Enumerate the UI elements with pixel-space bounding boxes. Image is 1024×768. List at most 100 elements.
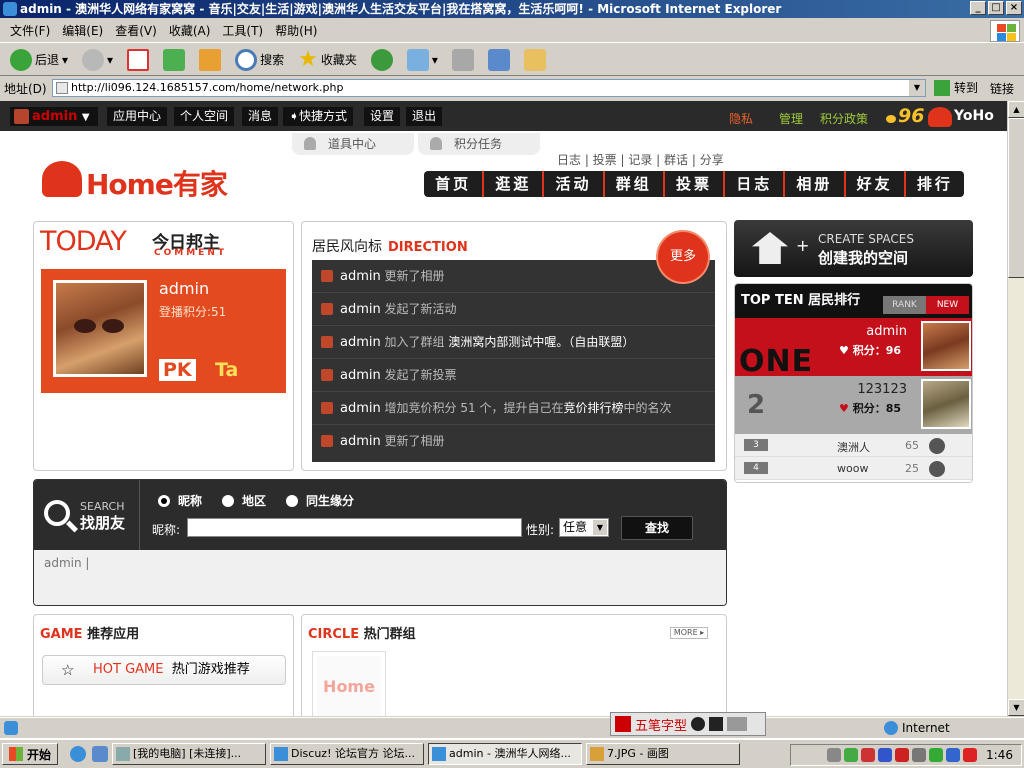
menu-tools[interactable]: 工具(T) <box>216 22 269 39</box>
go-button[interactable]: 转到 <box>934 79 978 96</box>
circle-more-button[interactable]: MORE ▸ <box>670 627 708 639</box>
menu-edit[interactable]: 编辑(E) <box>56 22 109 39</box>
volume-icon[interactable] <box>912 748 927 762</box>
nav-messages[interactable]: 消息 <box>242 107 279 126</box>
address-input[interactable]: http://li096.124.1685157.com/home/networ… <box>52 79 926 97</box>
table-row[interactable]: 3 澳洲人 65 <box>735 434 972 457</box>
mainnav-friends[interactable]: 好友 <box>846 171 906 197</box>
security-icon[interactable] <box>946 748 961 762</box>
history-button[interactable] <box>367 47 397 73</box>
radio-nickname[interactable]: 昵称 <box>158 492 202 509</box>
mainnav-browse[interactable]: 逛逛 <box>484 171 545 197</box>
more-button[interactable]: 更多 <box>658 232 708 282</box>
ta-label[interactable]: Ta <box>215 359 238 381</box>
disconnected-icon[interactable] <box>963 748 978 762</box>
privacy-link[interactable]: 隐私 <box>729 110 753 127</box>
ime-toolbar[interactable]: 五笔字型 <box>610 712 766 736</box>
gender-select[interactable]: 任意 <box>559 518 609 537</box>
punctuation-icon[interactable] <box>709 717 724 731</box>
mainnav-albums[interactable]: 相册 <box>785 171 846 197</box>
task-my-computer[interactable]: [我的电脑] [未连接]... <box>112 743 267 765</box>
menu-file[interactable]: 文件(F) <box>4 22 56 39</box>
manage-link[interactable]: 管理 <box>779 110 803 127</box>
qq-icon[interactable] <box>861 748 876 762</box>
mainnav-home[interactable]: 首页 <box>424 171 485 197</box>
nav-app-center[interactable]: 应用中心 <box>107 107 168 126</box>
menu-view[interactable]: 查看(V) <box>109 22 163 39</box>
rank-first[interactable]: ONE admin ♥ 积分：96 <box>735 318 972 379</box>
tab-new[interactable]: NEW <box>926 296 969 314</box>
mainnav-ranking[interactable]: 排行 <box>906 171 964 197</box>
points-policy-link[interactable]: 积分政策 <box>820 110 868 127</box>
group-thumbnail[interactable]: Home <box>312 651 386 716</box>
umbrella-icon[interactable] <box>844 748 859 762</box>
tab-rank[interactable]: RANK <box>883 296 926 314</box>
menu-help[interactable]: 帮助(H) <box>269 22 323 39</box>
back-button[interactable]: 后退 ▾ <box>6 47 72 73</box>
stop-button[interactable] <box>123 47 153 73</box>
favorites-button[interactable]: ★ 收藏夹 <box>294 48 361 72</box>
close-button[interactable]: × <box>1006 1 1022 15</box>
nickname-input[interactable] <box>187 518 522 537</box>
messenger-tray-icon[interactable] <box>878 748 893 762</box>
mainnav-blogs[interactable]: 日志 <box>725 171 786 197</box>
task-discuz[interactable]: Discuz! 论坛官方 论坛... <box>270 743 425 765</box>
keyboard-icon[interactable] <box>727 717 748 731</box>
search-button[interactable]: 搜索 <box>231 47 288 73</box>
site-logo[interactable]: Home有家 <box>42 159 232 201</box>
mainnav-polls[interactable]: 投票 <box>665 171 726 197</box>
mail-button[interactable]: ▾ <box>403 47 442 73</box>
mainnav-events[interactable]: 活动 <box>544 171 605 197</box>
host-name[interactable]: admin <box>159 279 209 298</box>
menu-favorites[interactable]: 收藏(A) <box>163 22 217 39</box>
hot-game-button[interactable]: ☆ HOT GAME 热门游戏推荐 <box>42 655 286 685</box>
nav-settings[interactable]: 设置 <box>364 107 401 126</box>
avatar[interactable] <box>921 379 971 429</box>
scroll-thumb[interactable] <box>1008 118 1024 278</box>
avatar[interactable] <box>929 438 945 454</box>
edit-button[interactable] <box>484 47 514 73</box>
nav-personal-space[interactable]: 个人空间 <box>174 107 235 126</box>
minimize-button[interactable]: _ <box>970 1 986 15</box>
forward-button[interactable]: ▾ <box>78 47 117 73</box>
tab-point-tasks[interactable]: 积分任务 <box>418 133 540 155</box>
radio-fate[interactable]: 同生缘分 <box>286 492 354 509</box>
pk-button[interactable]: PK <box>159 359 196 381</box>
table-row[interactable]: 4 woow 25 <box>735 457 972 480</box>
address-dropdown-icon[interactable]: ▼ <box>909 80 925 96</box>
start-button[interactable]: 开始 <box>2 743 59 765</box>
links-button[interactable]: 链接 <box>990 80 1014 97</box>
scroll-down-icon[interactable]: ▼ <box>1008 699 1024 716</box>
user-menu[interactable]: admin ▼ <box>10 107 98 126</box>
home-button[interactable] <box>195 47 225 73</box>
clock[interactable]: 1:46 <box>986 748 1013 762</box>
plus-icon[interactable] <box>929 748 944 762</box>
host-avatar[interactable] <box>53 280 147 377</box>
refresh-button[interactable] <box>159 47 189 73</box>
rank-second[interactable]: 2 123123 ♥ 积分：85 <box>735 376 972 434</box>
avatar[interactable] <box>921 321 971 371</box>
desktop-quicklaunch-icon[interactable] <box>92 746 109 762</box>
moon-icon[interactable] <box>691 717 706 731</box>
quick-links[interactable]: 日志 | 投票 | 记录 | 群话 | 分享 <box>557 151 724 168</box>
rank-second-name[interactable]: 123123 <box>835 382 907 397</box>
radio-region[interactable]: 地区 <box>222 492 266 509</box>
shield-icon[interactable] <box>895 748 910 762</box>
avatar[interactable] <box>929 461 945 477</box>
mainnav-groups[interactable]: 群组 <box>605 171 665 197</box>
nav-shortcuts[interactable]: ➧快捷方式 <box>283 107 354 126</box>
create-space-button[interactable]: + CREATE SPACES 创建我的空间 <box>734 220 973 277</box>
scroll-up-icon[interactable]: ▲ <box>1008 101 1024 118</box>
task-paint[interactable]: 7.JPG - 画图 <box>586 743 741 765</box>
tab-prop-center[interactable]: 道具中心 <box>292 133 414 155</box>
task-admin-ie[interactable]: admin - 澳洲华人网络... <box>428 743 583 765</box>
maximize-button[interactable]: □ <box>988 1 1004 15</box>
vertical-scrollbar[interactable]: ▲ ▼ <box>1007 101 1024 716</box>
rank-first-name[interactable]: admin <box>835 324 907 339</box>
network-icon[interactable] <box>827 748 842 762</box>
nav-logout[interactable]: 退出 <box>406 107 443 126</box>
discuss-button[interactable] <box>520 47 550 73</box>
print-button[interactable] <box>448 47 478 73</box>
ie-quicklaunch-icon[interactable] <box>70 746 87 762</box>
search-submit-button[interactable]: 查找 <box>621 516 693 540</box>
